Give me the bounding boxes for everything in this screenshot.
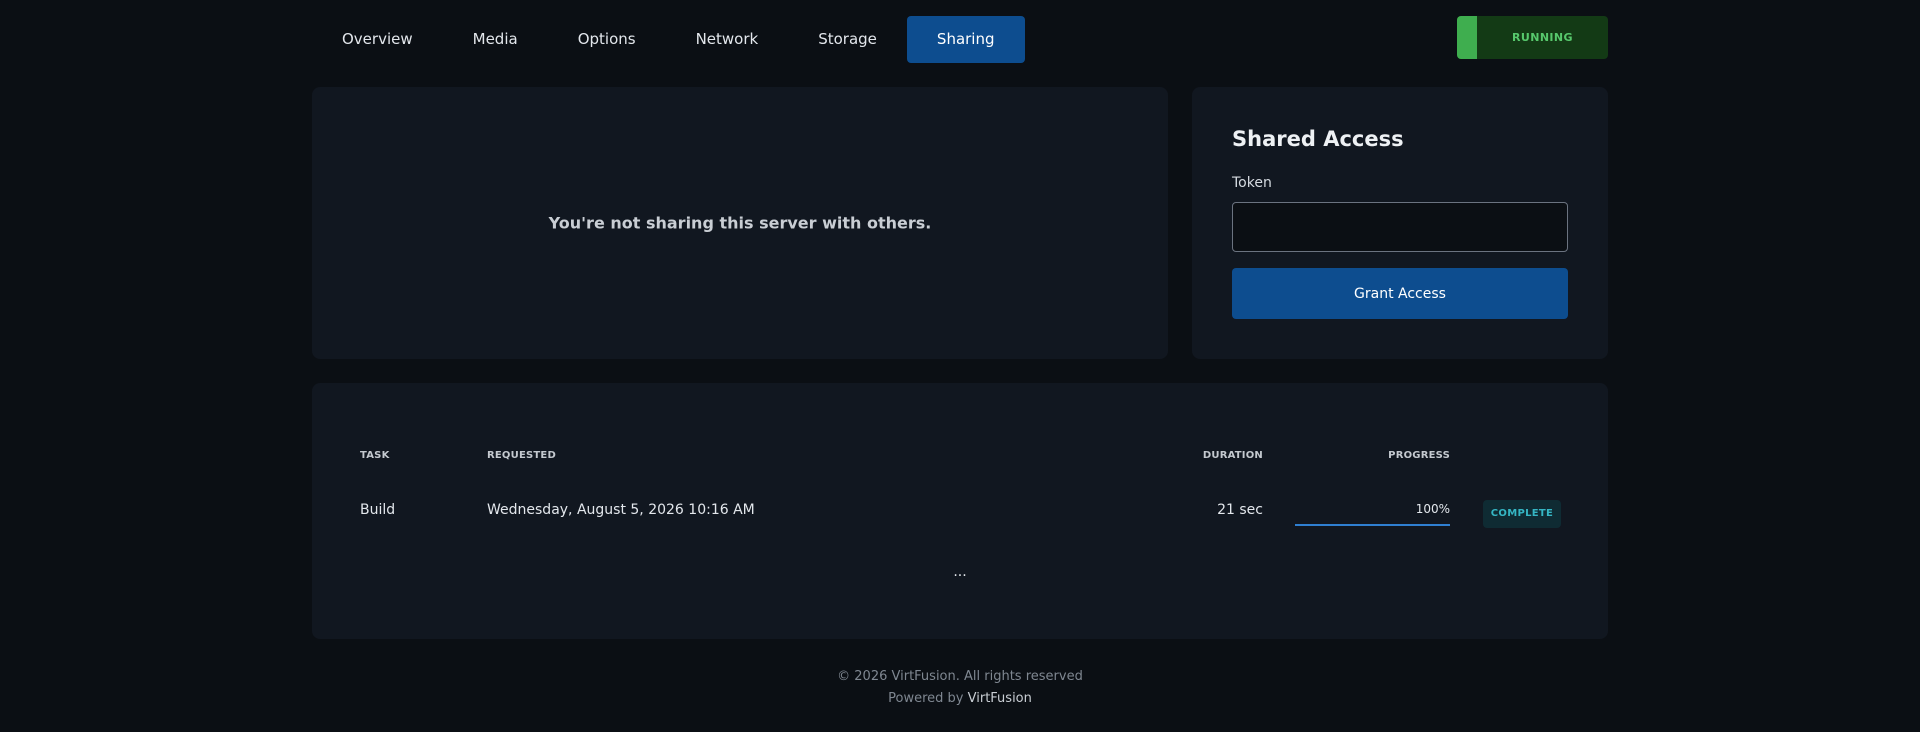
status-indicator: [1457, 16, 1477, 59]
tab-storage[interactable]: Storage: [788, 16, 907, 63]
column-header-progress: PROGRESS: [1388, 450, 1450, 461]
shared-access-card: Shared Access Token Grant Access: [1192, 87, 1608, 359]
task-requested: Wednesday, August 5, 2026 10:16 AM: [487, 502, 755, 518]
status-label: RUNNING: [1512, 31, 1573, 44]
tasks-card: TASK REQUESTED DURATION PROGRESS Build W…: [312, 383, 1608, 639]
task-progress: 100%: [1295, 502, 1450, 526]
server-tabs: Overview Media Options Network Storage S…: [312, 16, 1025, 63]
tab-network[interactable]: Network: [666, 16, 789, 63]
progress-track: [1295, 524, 1450, 526]
footer: © 2026 VirtFusion. All rights reserved P…: [0, 666, 1920, 710]
column-header-requested: REQUESTED: [487, 450, 556, 461]
empty-sharing-message: You're not sharing this server with othe…: [548, 213, 932, 233]
tab-media[interactable]: Media: [443, 16, 548, 63]
more-tasks-link[interactable]: ...: [312, 564, 1608, 580]
footer-powered-by: Powered by VirtFusion: [0, 688, 1920, 710]
task-name: Build: [360, 502, 396, 518]
shared-access-title: Shared Access: [1232, 127, 1404, 151]
grant-access-button[interactable]: Grant Access: [1232, 268, 1568, 319]
tab-sharing[interactable]: Sharing: [906, 16, 1025, 63]
powered-by-prefix: Powered by: [888, 691, 964, 706]
progress-fill: [1295, 524, 1450, 526]
column-header-duration: DURATION: [1202, 450, 1263, 461]
task-status-badge: COMPLETE: [1483, 500, 1561, 528]
token-label: Token: [1232, 175, 1272, 191]
tab-overview[interactable]: Overview: [312, 16, 443, 63]
powered-by-brand-link[interactable]: VirtFusion: [968, 691, 1032, 706]
task-progress-label: 100%: [1415, 502, 1450, 516]
top-navigation: Overview Media Options Network Storage S…: [312, 16, 1608, 63]
footer-copyright: © 2026 VirtFusion. All rights reserved: [837, 669, 1083, 684]
sharing-list-card: You're not sharing this server with othe…: [312, 87, 1168, 359]
column-header-task: TASK: [360, 450, 390, 461]
token-input[interactable]: [1232, 202, 1568, 252]
tab-options[interactable]: Options: [548, 16, 666, 63]
task-duration: 21 sec: [1217, 502, 1263, 518]
server-status-badge: RUNNING: [1457, 16, 1608, 59]
